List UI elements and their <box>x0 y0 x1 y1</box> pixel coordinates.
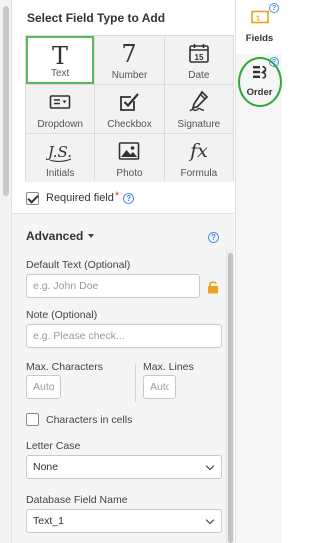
required-field-row: Required field * ? <box>26 190 135 206</box>
field-type-label: Text <box>50 68 70 79</box>
advanced-title: Advanced <box>26 229 84 243</box>
database-field-value: Text_1 <box>33 515 64 527</box>
field-type-dropdown[interactable]: Dropdown <box>26 85 95 133</box>
scrollbar-thumb[interactable] <box>228 253 233 543</box>
side-tab-bar: ? 1 Fields ? Order <box>235 0 283 543</box>
letter-case-value: None <box>33 461 59 473</box>
divider <box>135 364 136 402</box>
svg-text:T: T <box>52 43 68 67</box>
field-type-label: Dropdown <box>37 119 83 130</box>
field-type-label: Initials <box>45 168 75 179</box>
fields-icon: 1 <box>236 10 283 28</box>
field-type-text[interactable]: T Text <box>26 36 95 84</box>
chevron-down-icon <box>205 461 215 470</box>
database-field-label: Database Field Name <box>26 494 128 506</box>
scrollbar-thumb[interactable] <box>3 6 9 196</box>
field-type-initials[interactable]: J.S. Initials <box>26 134 95 182</box>
calendar-icon: 15 <box>165 40 233 66</box>
panel-title: Select Field Type to Add <box>27 11 166 25</box>
field-type-photo[interactable]: Photo <box>95 134 164 182</box>
required-checkbox[interactable] <box>26 191 39 205</box>
field-type-label: Number <box>111 70 148 81</box>
database-field-select[interactable]: Text_1 <box>26 509 222 533</box>
field-type-panel: Select Field Type to Add T Text 7 Number… <box>12 0 234 543</box>
field-type-number[interactable]: 7 Number <box>95 36 164 84</box>
letter-case-select[interactable]: None <box>26 455 222 479</box>
field-type-label: Photo <box>116 168 143 179</box>
checkbox-icon <box>95 89 163 115</box>
field-type-label: Checkbox <box>107 119 152 130</box>
calendar-day: 15 <box>194 53 203 62</box>
field-type-label: Signature <box>177 119 221 130</box>
caret-down-icon <box>88 234 95 238</box>
formula-fx-icon: fx <box>165 138 233 164</box>
required-star: * <box>114 190 120 202</box>
note-label: Note (Optional) <box>26 309 98 321</box>
tab-fields-label: Fields <box>245 33 274 44</box>
field-type-date[interactable]: 15 Date <box>164 36 233 84</box>
note-input[interactable] <box>26 324 222 348</box>
field-type-checkbox[interactable]: Checkbox <box>95 85 164 133</box>
characters-in-cells-checkbox[interactable] <box>26 413 39 426</box>
order-icon <box>236 64 283 82</box>
default-text-input[interactable] <box>26 274 200 298</box>
chevron-down-icon <box>205 515 215 524</box>
help-icon[interactable]: ? <box>123 192 135 204</box>
field-type-formula[interactable]: fx Formula <box>164 134 233 182</box>
required-label: Required field <box>46 192 114 204</box>
help-icon[interactable]: ? <box>208 232 219 243</box>
dropdown-icon <box>26 89 94 115</box>
tab-order[interactable]: ? Order <box>236 54 283 108</box>
max-lines-label: Max. Lines <box>143 361 194 373</box>
field-type-signature[interactable]: Signature <box>164 85 233 133</box>
panel-scrollbar[interactable] <box>0 0 12 543</box>
field-type-grid: T Text 7 Number 15 Date Dropdown Checkbo… <box>25 35 234 182</box>
max-characters-input[interactable] <box>26 375 61 399</box>
signature-pen-icon <box>165 89 233 115</box>
formula-glyph: fx <box>188 140 208 162</box>
initials-glyph: J.S. <box>46 143 72 161</box>
advanced-scrollbar[interactable] <box>226 249 234 543</box>
tab-fields[interactable]: ? 1 Fields <box>236 0 283 54</box>
default-text-label: Default Text (Optional) <box>26 259 131 271</box>
text-T-icon: T <box>28 42 92 68</box>
characters-in-cells-row: Characters in cells <box>26 413 132 426</box>
svg-text:7: 7 <box>122 41 137 65</box>
tab-order-label: Order <box>246 87 273 98</box>
advanced-section: Advanced ? Default Text (Optional) Note … <box>12 213 234 543</box>
field-type-label: Date <box>188 70 210 81</box>
advanced-toggle[interactable]: Advanced <box>26 229 95 243</box>
fields-badge: 1 <box>256 16 260 23</box>
characters-in-cells-label: Characters in cells <box>46 413 133 426</box>
photo-icon <box>95 138 163 164</box>
letter-case-label: Letter Case <box>26 440 81 452</box>
number-7-icon: 7 <box>95 40 163 66</box>
max-lines-input[interactable] <box>143 375 176 399</box>
initials-icon: J.S. <box>26 138 94 164</box>
max-characters-label: Max. Characters <box>26 361 104 373</box>
lock-icon[interactable] <box>207 280 219 294</box>
field-type-label: Formula <box>180 168 218 179</box>
